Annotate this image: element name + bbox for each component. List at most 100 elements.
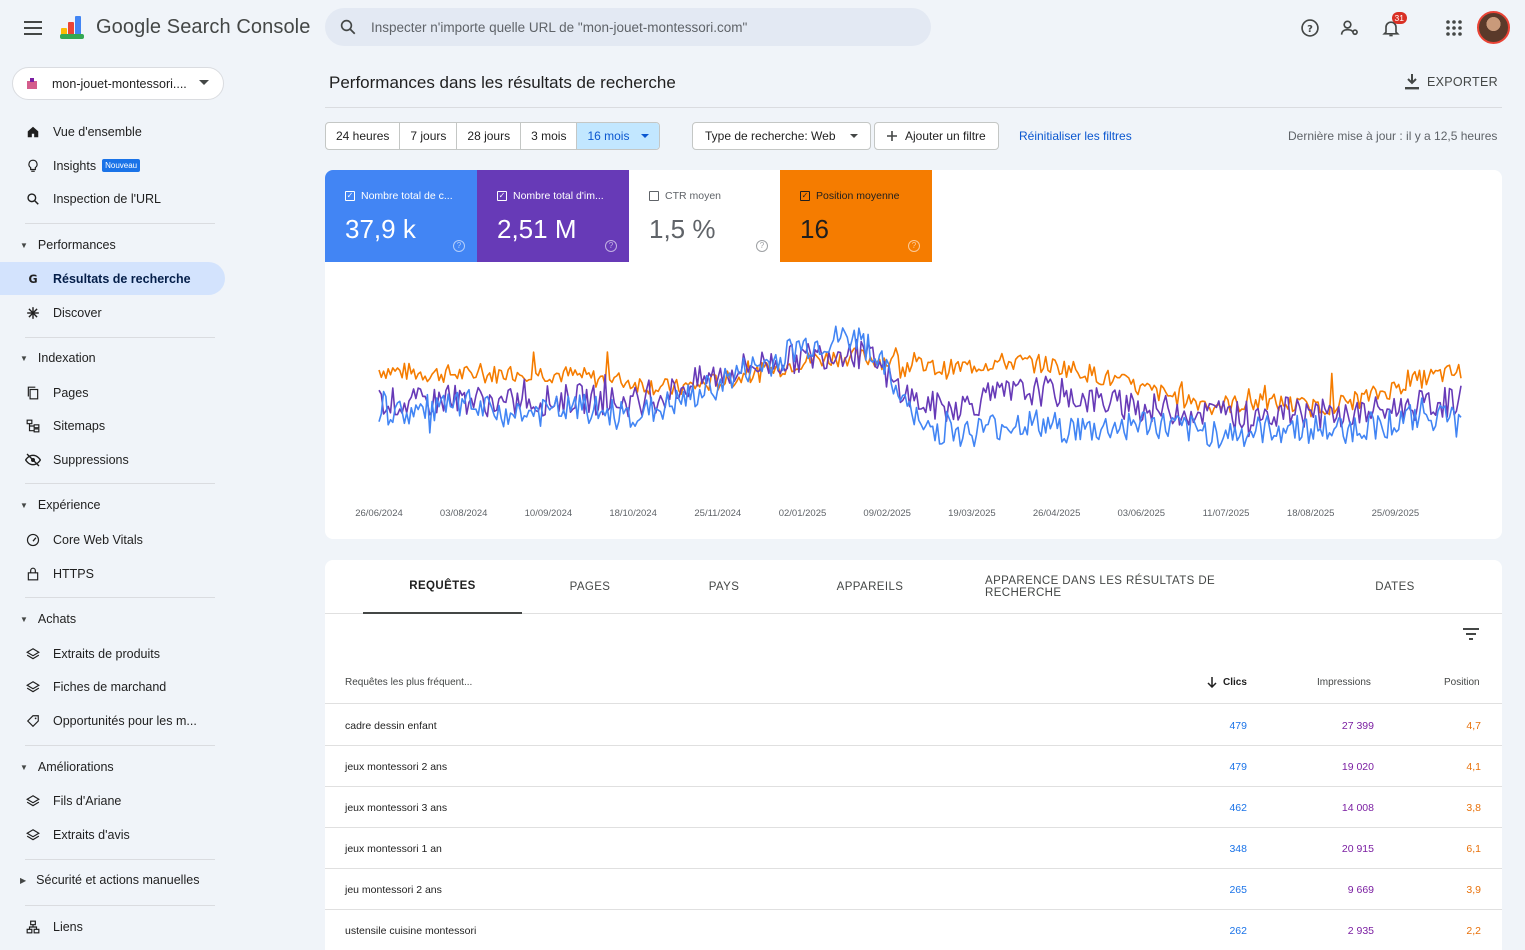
search-type-dropdown[interactable]: Type de recherche: Web — [692, 122, 871, 150]
section-label: Expérience — [37, 498, 101, 512]
x-tick-label: 25/09/2025 — [1372, 508, 1420, 519]
sidebar-item-label: Vue d'ensemble — [53, 124, 142, 139]
date-range-selector: 24 heures 7 jours 28 jours 3 mois 16 moi… — [325, 122, 661, 150]
users-settings-icon[interactable] — [1336, 14, 1364, 42]
apps-grid-icon[interactable] — [1440, 14, 1468, 42]
table-row[interactable]: jeu montessori 2 ans 265 9 669 3,9 — [325, 869, 1502, 910]
sidebar-item-label: Sitemaps — [53, 418, 106, 433]
tab-queries[interactable]: REQUÊTES — [363, 560, 522, 614]
metric-position-card[interactable]: ✓ Position moyenne 16 ? — [780, 170, 932, 262]
sidebar-item-https[interactable]: HTTPS — [0, 557, 225, 590]
plus-icon — [887, 131, 897, 141]
section-indexation[interactable]: ▼ Indexation — [0, 344, 225, 372]
metric-impressions-card[interactable]: ✓ Nombre total d'im... 2,51 M ? — [477, 170, 629, 262]
divider — [25, 223, 215, 224]
section-label: Performances — [37, 238, 116, 252]
sidebar-item-links[interactable]: Liens — [0, 910, 225, 943]
checkbox-unchecked-icon[interactable] — [649, 191, 659, 201]
tab-countries[interactable]: PAYS — [675, 560, 773, 614]
section-security[interactable]: ▶ Sécurité et actions manuelles — [0, 866, 225, 894]
section-experience[interactable]: ▼ Expérience — [0, 491, 225, 519]
help-icon[interactable]: ? — [453, 240, 465, 252]
url-inspection-search[interactable] — [325, 8, 931, 46]
section-enhancements[interactable]: ▼ Améliorations — [0, 753, 225, 781]
sidebar-item-label: Inspection de l'URL — [53, 191, 162, 206]
search-icon — [340, 19, 356, 35]
sidebar-item-discover[interactable]: Discover — [0, 296, 225, 329]
metric-clicks-card[interactable]: ✓ Nombre total de c... 37,9 k ? — [325, 170, 477, 262]
menu-icon[interactable] — [18, 14, 48, 42]
new-badge: Nouveau — [102, 159, 141, 172]
header-position[interactable]: Position — [1444, 677, 1480, 688]
sidebar-item-merchant-listings[interactable]: Fiches de marchand — [0, 670, 225, 703]
table-row[interactable]: ustensile cuisine montessori 262 2 935 2,2 — [325, 910, 1502, 950]
divider — [25, 483, 215, 484]
range-7d-button[interactable]: 7 jours — [400, 123, 458, 149]
divider — [25, 597, 215, 598]
reset-filters-link[interactable]: Réinitialiser les filtres — [1019, 129, 1132, 143]
table-row[interactable]: jeux montessori 2 ans 479 19 020 4,1 — [325, 746, 1502, 787]
impressions-cell: 2 935 — [1347, 925, 1374, 937]
checkbox-checked-icon[interactable]: ✓ — [800, 191, 810, 201]
sidebar-item-core-web-vitals[interactable]: Core Web Vitals — [0, 523, 225, 556]
help-icon[interactable]: ? — [605, 240, 617, 252]
dimension-tabs: REQUÊTES PAGES PAYS APPAREILS APPARENCE … — [325, 560, 1502, 614]
section-performances[interactable]: ▼ Performances — [0, 231, 225, 259]
sidebar-item-review-snippets[interactable]: Extraits d'avis — [0, 818, 225, 851]
sidebar-item-removals[interactable]: Suppressions — [0, 443, 225, 476]
account-avatar[interactable] — [1477, 11, 1510, 44]
position-cell: 6,1 — [1466, 843, 1481, 855]
header-query[interactable]: Requêtes les plus fréquent... — [345, 677, 472, 688]
metric-ctr-card[interactable]: CTR moyen 1,5 % ? — [629, 170, 781, 262]
app-name: Google Search Console — [96, 15, 311, 38]
url-inspection-input[interactable] — [371, 19, 911, 35]
sidebar-item-insights[interactable]: Insights Nouveau — [0, 149, 225, 182]
range-24h-button[interactable]: 24 heures — [326, 123, 401, 149]
export-button[interactable]: EXPORTER — [1405, 70, 1498, 94]
top-app-bar: Google Search Console ? 31 — [0, 0, 1525, 56]
position-cell: 3,9 — [1466, 884, 1481, 896]
position-cell: 3,8 — [1466, 802, 1481, 814]
help-icon[interactable]: ? — [1296, 14, 1324, 42]
x-tick-label: 26/04/2025 — [1033, 508, 1081, 519]
range-3m-button[interactable]: 3 mois — [521, 123, 578, 149]
sidebar-item-overview[interactable]: Vue d'ensemble — [0, 115, 225, 148]
sidebar-item-search-results[interactable]: G Résultats de recherche — [0, 262, 225, 295]
header-impressions[interactable]: Impressions — [1317, 677, 1371, 688]
range-16m-button[interactable]: 16 mois — [577, 123, 660, 149]
sidebar-item-pages[interactable]: Pages — [0, 376, 225, 409]
sidebar-item-breadcrumbs[interactable]: Fils d'Ariane — [0, 784, 225, 817]
clicks-cell: 348 — [1229, 843, 1247, 855]
sidebar-item-label: Discover — [53, 305, 102, 320]
notifications-icon[interactable]: 31 — [1377, 12, 1407, 42]
app-logo[interactable]: Google Search Console — [58, 12, 310, 42]
checkbox-checked-icon[interactable]: ✓ — [497, 191, 507, 201]
sidebar-item-label: Liens — [53, 919, 83, 934]
sidebar-item-url-inspection[interactable]: Inspection de l'URL — [0, 182, 225, 215]
tab-devices[interactable]: APPAREILS — [815, 560, 925, 614]
tab-pages[interactable]: PAGES — [537, 560, 643, 614]
metric-label: Nombre total d'im... — [513, 190, 604, 202]
sidebar-item-shopping-opportunities[interactable]: Opportunités pour les m... — [0, 704, 225, 737]
checkbox-checked-icon[interactable]: ✓ — [345, 191, 355, 201]
tab-dates[interactable]: DATES — [1355, 560, 1435, 614]
impressions-cell: 27 399 — [1341, 720, 1374, 732]
impressions-cell: 14 008 — [1341, 802, 1374, 814]
table-row[interactable]: jeux montessori 3 ans 462 14 008 3,8 — [325, 787, 1502, 828]
layers-icon — [25, 793, 41, 809]
help-icon[interactable]: ? — [908, 240, 920, 252]
tab-search-appearance[interactable]: APPARENCE DANS LES RÉSULTATS DE RECHERCH… — [985, 560, 1291, 614]
performance-line-chart[interactable]: 26/06/2024 03/08/2024 10/09/2024 18/10/2024… — [325, 262, 1502, 539]
lightbulb-icon — [25, 158, 41, 174]
sidebar-item-product-snippets[interactable]: Extraits de produits — [0, 637, 225, 670]
help-icon[interactable]: ? — [756, 240, 768, 252]
table-row[interactable]: jeux montessori 1 an 348 20 915 6,1 — [325, 828, 1502, 869]
property-selector[interactable]: mon-jouet-montessori.... — [12, 67, 224, 100]
filter-icon[interactable] — [1461, 624, 1481, 644]
add-filter-button[interactable]: Ajouter un filtre — [874, 122, 999, 150]
range-28d-button[interactable]: 28 jours — [457, 123, 522, 149]
table-row[interactable]: cadre dessin enfant 479 27 399 4,7 — [325, 705, 1502, 746]
sidebar-item-sitemaps[interactable]: Sitemaps — [0, 409, 225, 442]
header-clicks[interactable]: Clics — [1207, 677, 1247, 688]
section-shopping[interactable]: ▼ Achats — [0, 605, 225, 633]
